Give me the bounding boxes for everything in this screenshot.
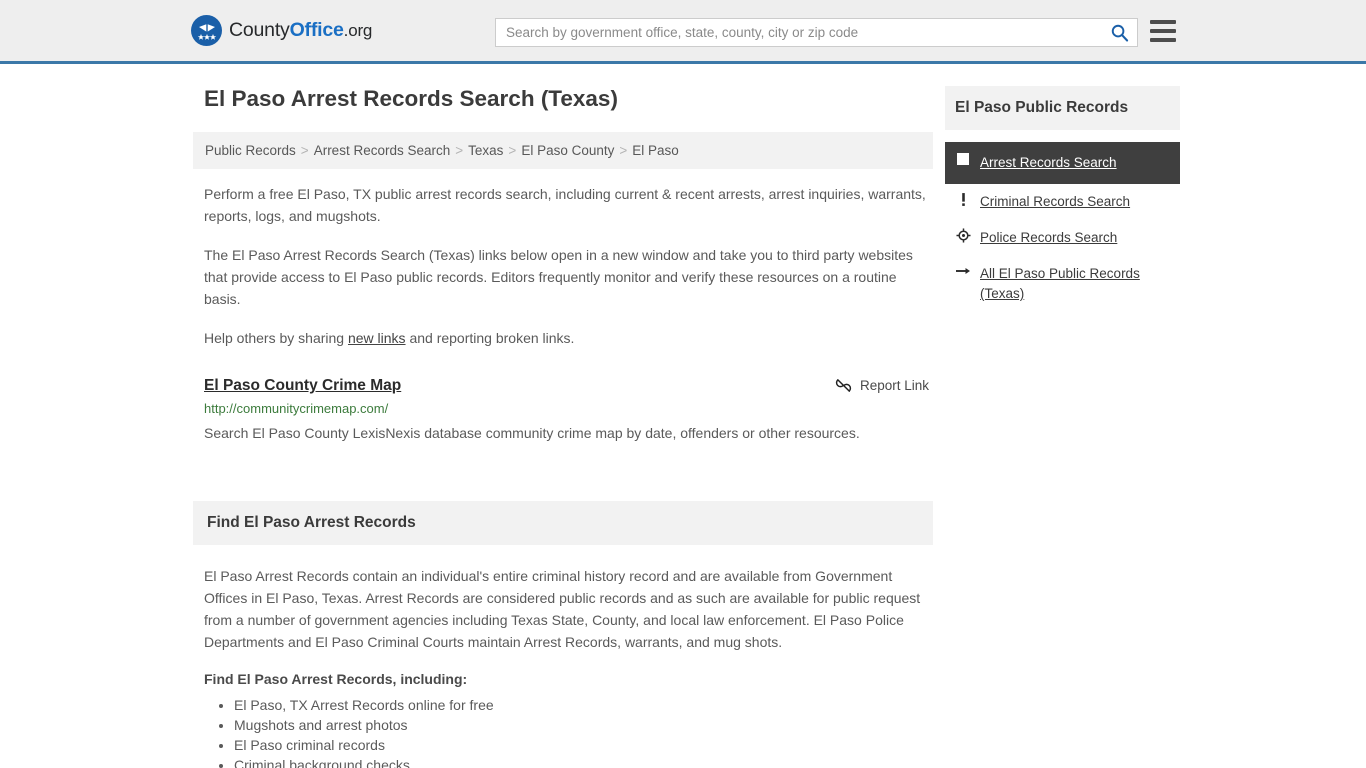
result-title-link[interactable]: El Paso County Crime Map [204,377,401,395]
list-item: El Paso, TX Arrest Records online for fr… [234,695,933,715]
page-title: El Paso Arrest Records Search (Texas) [204,86,618,111]
crosshair-target-icon [955,228,971,243]
list-item: Criminal background checks [234,755,933,768]
intro-paragraph-2: The El Paso Arrest Records Search (Texas… [204,247,913,307]
report-link-label: Report Link [859,378,929,393]
sidebar-item-criminal-records-search[interactable]: Criminal Records Search [945,184,1180,220]
hamburger-bar [1150,20,1176,24]
sidebar-item-label: Arrest Records Search [980,155,1117,170]
sidebar-heading: El Paso Public Records [945,86,1180,130]
main-content: El Paso Arrest Records Search (Texas) Pu… [193,86,933,768]
help-paragraph: Help others by sharing new links and rep… [204,327,933,349]
list-item: El Paso criminal records [234,735,933,755]
sidebar: El Paso Public Records Arrest Records Se… [945,86,1180,768]
sidebar-item-arrest-records-search[interactable]: Arrest Records Search [945,142,1180,184]
site-header: CountyOffice.org [0,0,1366,64]
brand-wordmark: CountyOffice.org [229,19,372,42]
breadcrumb-separator: > [300,143,309,158]
broken-link-icon [835,379,852,392]
white-square-icon [955,153,971,165]
site-logo[interactable]: CountyOffice.org [191,15,372,46]
link-result-header: El Paso County Crime Map Report Link [204,377,933,395]
exclamation-icon [955,192,971,207]
hamburger-bar [1150,38,1176,42]
section-list-heading: Find El Paso Arrest Records, including: [204,671,468,687]
brand-part-org: .org [343,21,373,40]
hamburger-menu-icon[interactable] [1150,20,1176,42]
eagle-seal-logo-icon [191,15,222,46]
sidebar-item-label: Criminal Records Search [980,194,1131,209]
section-list: El Paso, TX Arrest Records online for fr… [204,695,933,768]
list-item: Mugshots and arrest photos [234,715,933,735]
sidebar-item-police-records-search[interactable]: Police Records Search [945,220,1180,256]
breadcrumb-item-public-records[interactable]: Public Records [205,143,296,158]
link-result: El Paso County Crime Map Report Link htt… [204,377,933,444]
sidebar-item-label: Police Records Search [980,230,1118,245]
search-input[interactable] [496,19,1101,46]
breadcrumb-item-el-paso[interactable]: El Paso [632,143,679,158]
section-body-text: El Paso Arrest Records contain an indivi… [204,568,921,650]
sidebar-item-all-public-records[interactable]: All El Paso Public Records (Texas) [945,256,1180,312]
breadcrumb-separator: > [455,143,464,158]
result-description: Search El Paso County LexisNexis databas… [204,425,860,441]
breadcrumb-item-el-paso-county[interactable]: El Paso County [521,143,614,158]
breadcrumb-separator: > [619,143,628,158]
brand-part-office: Office [289,19,344,41]
page-body: El Paso Arrest Records Search (Texas) Pu… [0,64,1366,768]
help-text-after: and reporting broken links. [405,330,575,346]
search-button[interactable] [1101,19,1137,46]
brand-part-county: County [229,19,290,41]
search-icon [1111,24,1128,42]
search-bar[interactable] [495,18,1138,47]
breadcrumb-item-texas[interactable]: Texas [468,143,503,158]
result-url: http://communitycrimemap.com/ [204,401,389,416]
sidebar-item-label: All El Paso Public Records (Texas) [980,266,1140,301]
intro-paragraph-1: Perform a free El Paso, TX public arrest… [204,186,926,224]
section-heading: Find El Paso Arrest Records [193,501,933,545]
breadcrumb: Public Records > Arrest Records Search > Tex… [193,132,933,169]
hamburger-bar [1150,29,1176,33]
arrow-right-icon [955,264,971,278]
breadcrumb-separator: > [508,143,517,158]
new-links-link[interactable]: new links [348,330,406,346]
breadcrumb-item-arrest-records-search[interactable]: Arrest Records Search [314,143,451,158]
help-text-before: Help others by sharing [204,330,348,346]
report-link-button[interactable]: Report Link [835,377,929,394]
